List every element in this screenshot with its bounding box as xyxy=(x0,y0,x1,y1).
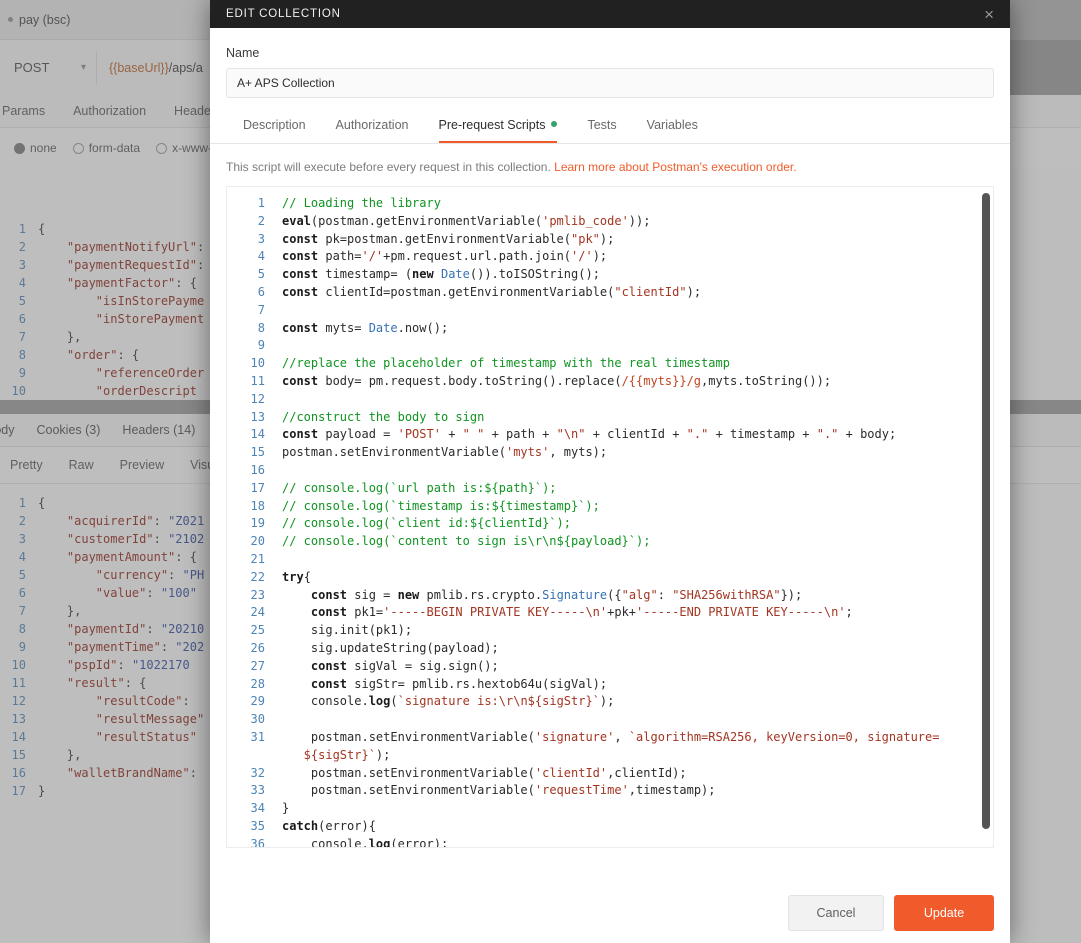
code-line: 27 const sigVal = sig.sign(); xyxy=(227,658,955,676)
code-line: 12 xyxy=(227,391,955,409)
code-line: 20// console.log(`content to sign is\r\n… xyxy=(227,533,955,551)
code-line: 35 catch(error){ xyxy=(227,818,955,836)
line-number: 12 xyxy=(250,391,265,406)
code-line: 24 const pk1='-----BEGIN PRIVATE KEY----… xyxy=(227,604,955,622)
line-number: 5 xyxy=(257,267,265,282)
modal-title: EDIT COLLECTION xyxy=(226,8,341,20)
line-number: 34 xyxy=(250,801,265,816)
code-line: 32 postman.setEnvironmentVariable('clien… xyxy=(227,765,955,783)
code-line: 18// console.log(`timestamp is:${timesta… xyxy=(227,498,955,516)
line-number: 32 xyxy=(250,765,265,780)
line-number: 36 xyxy=(250,836,265,848)
line-number: 8 xyxy=(257,320,265,335)
code-line: 14 const payload = 'POST' + " " + path + … xyxy=(227,426,955,444)
edit-collection-modal: EDIT COLLECTION × Name Description Author… xyxy=(210,0,1010,943)
line-number: 31 xyxy=(250,729,265,744)
code-line: 11 const body= pm.request.body.toString()… xyxy=(227,373,955,391)
tab-tests[interactable]: Tests xyxy=(587,110,616,143)
modal-tabs: Description Authorization Pre-request Scri… xyxy=(210,110,1010,144)
line-number: 28 xyxy=(250,676,265,691)
line-number: 7 xyxy=(257,302,265,317)
line-number: 24 xyxy=(250,605,265,620)
cancel-button[interactable]: Cancel xyxy=(788,895,884,931)
screen: pay (bsc) POST ▾ {{baseUrl}}/aps/a Param… xyxy=(0,0,1081,943)
code-line: 26 sig.updateString(payload); xyxy=(227,640,955,658)
update-button[interactable]: Update xyxy=(894,895,994,931)
line-number: 25 xyxy=(250,623,265,638)
code-line: 5 const timestamp= (new Date()).toISOStri… xyxy=(227,266,955,284)
name-label: Name xyxy=(226,46,260,60)
line-number: 19 xyxy=(250,516,265,531)
code-line: 3 const pk=postman.getEnvironmentVariable… xyxy=(227,231,955,249)
code-line: 10//replace the placeholder of timestamp… xyxy=(227,355,955,373)
line-number: 18 xyxy=(250,498,265,513)
code-line: 31 postman.setEnvironmentVariable('signa… xyxy=(227,729,955,765)
line-number: 21 xyxy=(250,551,265,566)
tab-variables[interactable]: Variables xyxy=(647,110,698,143)
line-number: 15 xyxy=(250,445,265,460)
code-line: 13//construct the body to sign xyxy=(227,409,955,427)
code-line: 2 eval(postman.getEnvironmentVariable('pm… xyxy=(227,213,955,231)
line-number: 26 xyxy=(250,640,265,655)
code-line: 33 postman.setEnvironmentVariable('reque… xyxy=(227,782,955,800)
line-number: 22 xyxy=(250,569,265,584)
code-line: 21 xyxy=(227,551,955,569)
code-line: 25 sig.init(pk1); xyxy=(227,622,955,640)
line-number: 11 xyxy=(250,373,265,388)
line-number: 3 xyxy=(257,231,265,246)
code-line: 30 xyxy=(227,711,955,729)
line-number: 17 xyxy=(250,480,265,495)
code-line: 34} xyxy=(227,800,955,818)
code-line: 6 const clientId=postman.getEnvironmentVa… xyxy=(227,284,955,302)
line-number: 14 xyxy=(250,427,265,442)
tab-pre-request-scripts[interactable]: Pre-request Scripts xyxy=(438,110,558,143)
code-line: 19// console.log(`client id:${clientId}`… xyxy=(227,515,955,533)
line-number: 13 xyxy=(250,409,265,424)
script-info-text: This script will execute before every re… xyxy=(226,160,994,174)
line-number: 29 xyxy=(250,694,265,709)
code-line: 7 xyxy=(227,302,955,320)
modal-footer: Cancel Update xyxy=(210,895,1010,943)
code-line: 1// Loading the library xyxy=(227,195,955,213)
code-line: 15 postman.setEnvironmentVariable('myts',… xyxy=(227,444,955,462)
code-line: 28 const sigStr= pmlib.rs.hextob64u(sigV… xyxy=(227,676,955,694)
code-line: 4 const path='/'+pm.request.url.path.join… xyxy=(227,248,955,266)
code-line: 36 console.log(error); xyxy=(227,836,955,848)
tab-authorization[interactable]: Authorization xyxy=(336,110,409,143)
line-number: 16 xyxy=(250,462,265,477)
modal-header: EDIT COLLECTION × xyxy=(210,0,1010,28)
collection-name-input[interactable] xyxy=(226,68,994,98)
code-line: 23 const sig = new pmlib.rs.crypto.Signa… xyxy=(227,587,955,605)
line-number: 2 xyxy=(257,213,265,228)
tab-description[interactable]: Description xyxy=(243,110,306,143)
line-number: 20 xyxy=(250,534,265,549)
line-number: 35 xyxy=(250,818,265,833)
line-number: 23 xyxy=(250,587,265,602)
line-number: 27 xyxy=(250,658,265,673)
code-line: 8 const myts= Date.now(); xyxy=(227,320,955,338)
line-number: 30 xyxy=(250,712,265,727)
code-line: 29 console.log(`signature is:\r\n${sigSt… xyxy=(227,693,955,711)
line-number: 1 xyxy=(257,196,265,210)
code-line: 17// console.log(`url path is:${path}`); xyxy=(227,480,955,498)
line-number: 10 xyxy=(250,356,265,371)
code-line: 16 xyxy=(227,462,955,480)
pre-request-script-editor[interactable]: 1// Loading the library 2 eval(postman.get… xyxy=(226,186,994,848)
line-number: 4 xyxy=(257,249,265,264)
line-number: 6 xyxy=(257,284,265,299)
code-line: 22 try{ xyxy=(227,569,955,587)
close-icon[interactable]: × xyxy=(984,6,994,23)
info-sentence: This script will execute before every re… xyxy=(226,160,555,174)
editor-scrollbar[interactable] xyxy=(982,193,990,829)
line-number: 33 xyxy=(250,783,265,798)
execution-order-link[interactable]: Learn more about Postman's execution ord… xyxy=(554,160,796,174)
code-line: 9 xyxy=(227,337,955,355)
green-dot-icon xyxy=(551,121,558,127)
script-lines: 1// Loading the library 2 eval(postman.get… xyxy=(227,187,993,848)
line-number: 9 xyxy=(257,338,265,353)
